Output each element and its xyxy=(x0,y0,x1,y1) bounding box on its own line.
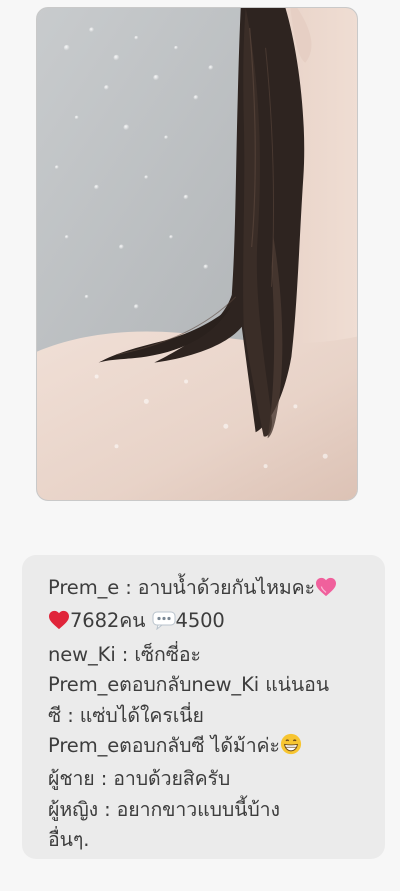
comment-text: Prem_eตอบกลับซี ได้ม้าค่ะ xyxy=(48,734,280,758)
comment-card: Prem_e : อาบน้ำด้วยกันไหมคะ 7682คน 4500 … xyxy=(22,555,385,859)
caption-line: Prem_e : อาบน้ำด้วยกันไหมคะ xyxy=(48,573,361,606)
post-page: Prem_e : อาบน้ำด้วยกันไหมคะ 7682คน 4500 … xyxy=(0,0,400,891)
more-text[interactable]: อื่นๆ. xyxy=(48,828,89,851)
comment-text: ผู้ชาย : อาบด้วยสิครับ xyxy=(48,767,231,791)
reply-line: Prem_eตอบกลับซี ได้ม้าค่ะ xyxy=(48,731,361,764)
comment-text: ผู้หญิง : อยากขาวแบบนี้บ้าง xyxy=(48,797,280,821)
comment-line: new_Ki : เซ็กซี่อะ xyxy=(48,640,361,670)
comment-line: ซี : แซ่บได้ใครเนี่ย xyxy=(48,701,361,731)
more-comments-link[interactable]: อื่นๆ. xyxy=(48,825,361,855)
stats-line: 7682คน 4500 xyxy=(48,606,361,639)
comment-line: ผู้ชาย : อาบด้วยสิครับ xyxy=(48,764,361,794)
grinning-face-icon xyxy=(280,733,302,764)
caption-text: Prem_e : อาบน้ำด้วยกันไหมคะ xyxy=(48,576,315,599)
comment-text: ซี : แซ่บได้ใครเนี่ย xyxy=(48,703,204,727)
reply-line: Prem_eตอบกลับnew_Ki แน่นอน xyxy=(48,670,361,700)
speech-bubble-icon[interactable] xyxy=(152,609,176,639)
red-heart-icon[interactable] xyxy=(48,609,70,639)
comment-text: new_Ki : เซ็กซี่อะ xyxy=(48,642,201,666)
like-count: 7682คน xyxy=(70,609,146,633)
shower-hair-photo xyxy=(37,8,357,500)
comment-text: Prem_eตอบกลับnew_Ki แน่นอน xyxy=(48,673,329,697)
comment-line: ผู้หญิง : อยากขาวแบบนี้บ้าง xyxy=(48,795,361,825)
pink-heart-icon xyxy=(315,576,337,606)
post-photo[interactable] xyxy=(36,7,358,501)
comment-count: 4500 xyxy=(175,609,225,633)
